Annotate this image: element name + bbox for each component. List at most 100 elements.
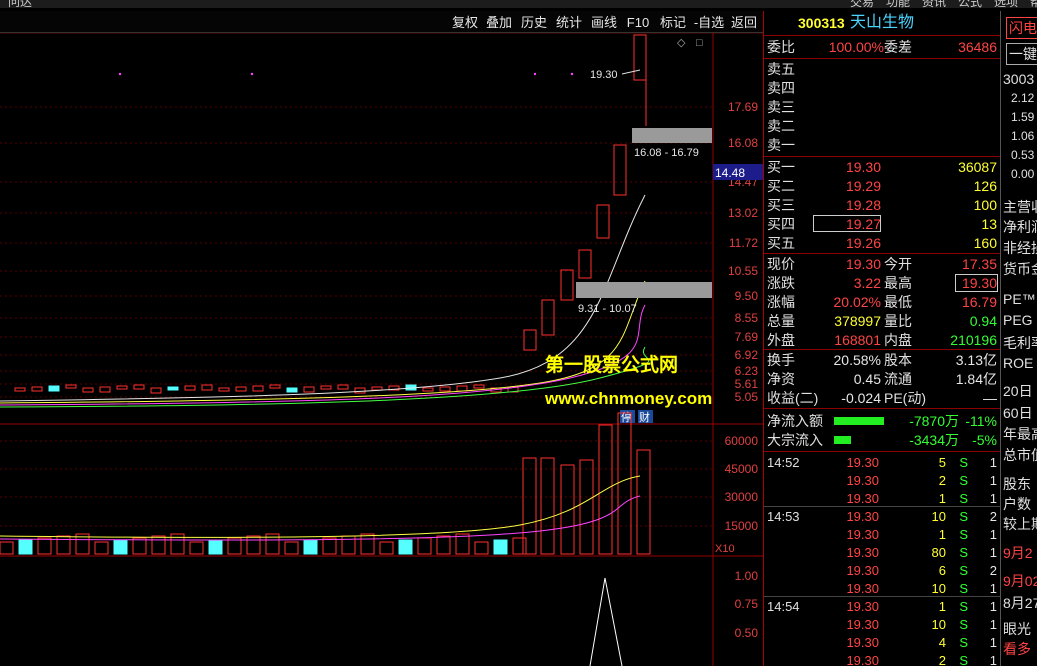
ask-label: 卖五 — [767, 61, 795, 77]
flow-row: 大宗流入 -3434万 -5% — [764, 431, 1001, 449]
top-menu-item[interactable]: 公式 — [958, 0, 982, 8]
gap-box-upper — [632, 128, 712, 143]
top-menu-item[interactable]: 交易 — [850, 0, 874, 8]
gap-lower-label: 9.31 - 10.07 — [578, 303, 637, 315]
top-menu-item[interactable]: 帮助 — [1030, 0, 1037, 8]
ask-label: 卖三 — [767, 99, 795, 115]
toolbar-button[interactable]: 标记 — [657, 13, 689, 32]
side-label: 总市值 — [1003, 447, 1037, 463]
divider — [764, 58, 1001, 59]
toolbar-button[interactable]: 返回 — [728, 13, 760, 32]
ask-row: 卖二 — [764, 117, 1001, 135]
candle — [422, 387, 434, 392]
stat-label: 量比 — [884, 313, 912, 329]
far-right-panel: 闪电一键 3003 2.12 1.59 1.06 0.53 0.00 主营收净利润非经损货币金… — [1000, 11, 1037, 666]
tick-row: 14:52 19.30 5 S 1 — [764, 454, 1001, 472]
tick-row: 19.30 80 S 1 — [764, 544, 1001, 562]
side-label: 9月2 — [1003, 545, 1033, 561]
diamond-icon[interactable]: ◇ — [677, 37, 686, 49]
tick-side: S — [959, 545, 968, 560]
tick-time: 14:53 — [767, 509, 800, 524]
stat-label: 今开 — [884, 256, 912, 272]
stat-value: — — [983, 390, 997, 406]
stat-value: 20.02% — [833, 294, 881, 310]
divider — [764, 349, 1001, 350]
flow-label: 大宗流入 — [767, 432, 823, 448]
price-tick-label: 16.08 — [728, 136, 758, 150]
candle — [337, 384, 349, 390]
one-key-button[interactable]: 一键 — [1006, 43, 1037, 65]
ask-label: 卖二 — [767, 118, 795, 134]
bid-label: 买三 — [767, 197, 795, 213]
top-menu-item[interactable]: 功能 — [886, 0, 910, 8]
volume-bar — [132, 537, 147, 555]
bid-row: 买一 19.30 36087 — [764, 158, 1001, 176]
watermark-cn: 第一股票公式网 — [545, 353, 678, 376]
top-menu-item[interactable]: 选项 — [994, 0, 1018, 8]
toolbar-button[interactable]: 叠加 — [483, 13, 515, 32]
window-icon[interactable]: □ — [696, 37, 703, 49]
candle — [613, 144, 627, 196]
toolbar-button[interactable]: 统计 — [553, 13, 585, 32]
toolbar-button[interactable]: 画线 — [588, 13, 620, 32]
side-label: 8月27 — [1003, 595, 1037, 611]
candle — [578, 249, 592, 279]
tick-side: S — [959, 599, 968, 614]
stat-value: 16.79 — [961, 294, 997, 310]
bid-row: 买四 19.27 13 — [764, 215, 1001, 233]
bid-price[interactable]: 19.26 — [846, 234, 881, 252]
volume-bar — [151, 535, 166, 555]
selected-price-box[interactable] — [813, 215, 881, 232]
stat-label: 涨跌 — [767, 275, 795, 291]
candle — [48, 385, 60, 392]
candle — [633, 34, 647, 81]
ask-label: 卖一 — [767, 137, 795, 153]
candle — [133, 384, 145, 390]
flow-pct: -11% — [965, 413, 997, 429]
side-label: 非经损 — [1003, 240, 1037, 256]
ask-row: 卖五 — [764, 60, 1001, 78]
tick-count: 1 — [989, 653, 997, 666]
price-tick-label: 13.02 — [728, 206, 758, 220]
stat-label: 收益(二) — [767, 390, 819, 406]
tick-price: 19.30 — [846, 653, 879, 666]
volume-bar — [579, 459, 594, 555]
tick-volume: 10 — [931, 509, 946, 524]
toolbar-button[interactable]: 复权 — [449, 13, 481, 32]
quote-panel: 300313 天山生物 委比 100.00% 委差 36486 卖五 卖四 卖三 卖二 卖一 买一 19… — [763, 11, 1001, 666]
toolbar-button[interactable]: 历史 — [518, 13, 550, 32]
stat-value: 1.84亿 — [955, 371, 997, 387]
bid-price[interactable]: 19.28 — [846, 196, 881, 214]
toolbar-button[interactable]: -自选 — [692, 13, 726, 32]
tick-row: 19.30 10 S 1 — [764, 616, 1001, 634]
top-menu-item[interactable]: 资讯 — [922, 0, 946, 8]
toolbar-button[interactable]: F10 — [623, 13, 653, 32]
bid-volume: 36087 — [958, 159, 997, 175]
volume-bar — [37, 537, 52, 555]
top-menu-item[interactable]: 问达 — [8, 0, 32, 8]
side-label: 主营收 — [1003, 199, 1037, 215]
side-label: 眼光 — [1003, 621, 1031, 637]
candle — [31, 386, 43, 392]
side-label: 60日 — [1003, 405, 1033, 421]
tick-side: S — [959, 527, 968, 542]
price-tick-label: 9.50 — [735, 289, 759, 303]
bid-price[interactable]: 19.29 — [846, 177, 881, 195]
chart-canvas[interactable]: 17.6916.0814.4713.0211.7210.559.508.557.… — [0, 32, 763, 666]
flash-button[interactable]: 闪电 — [1006, 17, 1037, 39]
tick-price: 19.30 — [846, 635, 879, 650]
candle — [167, 386, 179, 391]
bid-row: 买二 19.29 126 — [764, 177, 1001, 195]
bid-label: 买一 — [767, 159, 795, 175]
tick-time: 14:52 — [767, 455, 800, 470]
tick-price: 19.30 — [846, 545, 879, 560]
chart-area[interactable]: 17.69 16.08 14.47 13.02 11.72 10.55 9.50 8.55 7.… — [0, 32, 763, 666]
candle — [269, 384, 281, 389]
volume-bar — [56, 535, 71, 555]
stat-value: 3.13亿 — [955, 352, 997, 368]
bid-price[interactable]: 19.30 — [846, 158, 881, 176]
gap-upper-label: 16.08 - 16.79 — [634, 147, 699, 159]
side-label: 看多 — [1003, 641, 1031, 657]
event-badge-label: 财 — [639, 410, 650, 424]
candle — [150, 387, 162, 394]
